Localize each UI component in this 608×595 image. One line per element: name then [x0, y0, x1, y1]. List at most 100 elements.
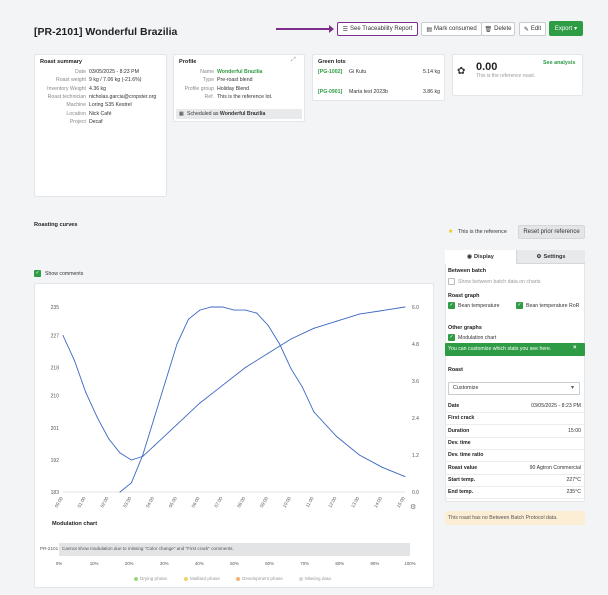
stat-divider: [445, 436, 585, 438]
page-title: [PR-2101] Wonderful Brazilia: [34, 26, 178, 38]
stat-key: Date: [448, 403, 460, 409]
roast-summary-key: Inventory Weight: [47, 85, 86, 92]
profile-value: Pre-roast blend: [217, 77, 253, 84]
legend-swatch: [134, 577, 138, 581]
edit-button[interactable]: ✎ Edit: [519, 22, 546, 36]
bean-temperature-ror-point: [290, 368, 292, 370]
tab-display[interactable]: ◉ Display: [445, 250, 516, 264]
bean-temperature-point: [108, 438, 110, 440]
y-left-tick-label: 192: [51, 458, 60, 464]
y-right-tick-label: 4.8: [412, 342, 419, 348]
bean-temperature-point: [244, 366, 246, 368]
modulation-chart-label: Modulation chart: [458, 335, 497, 341]
bean-temperature-ror-point: [119, 491, 121, 493]
roast-graph-title: Roast graph: [448, 293, 480, 299]
stat-value: 15:00: [568, 427, 581, 434]
stat-divider: [445, 485, 585, 487]
roast-summary-key: Machine: [66, 102, 86, 109]
y-left-tick-label: 183: [51, 490, 60, 496]
customize-select-value: Customize: [453, 385, 479, 391]
mark-consumed-label: Mark consumed: [433, 26, 477, 32]
modulation-x-tick: 100%: [404, 561, 416, 566]
legend-label: Development phase: [242, 576, 283, 581]
tab-display-label: Display: [473, 253, 494, 260]
reset-prior-reference-label: Reset prior reference: [523, 229, 580, 235]
tab-settings[interactable]: ⚙ Settings: [516, 250, 585, 264]
x-tick-label: 13:00: [350, 496, 360, 509]
cupping-score: 0.00: [476, 61, 498, 73]
bean-temp-ror-checkbox[interactable]: ✓: [516, 302, 523, 309]
bean-temperature-point: [85, 391, 87, 393]
chevron-down-icon: ▾: [571, 385, 575, 391]
bean-temperature-ror-point: [313, 411, 315, 413]
stat-value: 90 Agtron Commercial: [529, 464, 581, 471]
roasting-curves-title: Roasting curves: [34, 222, 78, 228]
profile-value[interactable]: Wonderful Brazilia: [217, 69, 262, 75]
scheduled-label: Scheduled as: [187, 111, 219, 117]
y-right-tick-label: 1.2: [412, 453, 419, 459]
bean-temperature-point: [290, 338, 292, 340]
green-lot-code[interactable]: [PG-1002]: [318, 69, 342, 75]
roast-summary-key: Project: [69, 118, 86, 125]
export-label: Export: [554, 25, 573, 32]
bean-temperature-point: [130, 459, 132, 461]
stat-value: 03/05/2025 - 8:23 PM: [531, 403, 581, 409]
x-tick-label: 10:00: [282, 496, 292, 509]
modulation-chart-checkbox[interactable]: ✓: [448, 334, 455, 341]
modulation-chart-title: Modulation chart: [52, 521, 98, 527]
x-tick-label: 06:00: [191, 496, 201, 509]
stat-key: Roast value: [448, 464, 478, 471]
y-right-tick-label: 3.6: [412, 379, 419, 385]
see-analysis-link[interactable]: See analysis: [543, 60, 575, 66]
bean-temperature-ror-point: [210, 306, 212, 308]
bean-temperature-ror-point: [142, 454, 144, 456]
roast-summary-value: 9 kg / 7.06 kg (-21.6%): [89, 77, 142, 84]
between-batch-checkbox[interactable]: [448, 278, 455, 285]
bean-temp-checkbox[interactable]: ✓: [448, 302, 455, 309]
y-right-tick-label: 6.0: [412, 305, 419, 311]
bean-temperature-point: [267, 352, 269, 354]
pencil-icon: ✎: [523, 26, 529, 33]
x-tick-label: 12:00: [327, 496, 337, 509]
export-button[interactable]: Export ▾: [549, 21, 583, 36]
modulation-x-tick: 80%: [335, 561, 345, 566]
stat-divider: [445, 448, 585, 450]
bean-temperature-line: [62, 306, 406, 461]
roast-summary-value: nicholas.garcia@cropster.org: [89, 93, 157, 100]
bean-temperature-point: [313, 327, 315, 329]
reset-prior-reference-button[interactable]: Reset prior reference: [518, 225, 585, 239]
y-right-tick-label: 0.0: [412, 490, 419, 496]
bean-temperature-ror-point: [244, 309, 246, 311]
roast-summary-key: Location: [66, 110, 86, 117]
close-icon[interactable]: ×: [573, 345, 577, 351]
gear-icon: ⚙: [536, 253, 542, 260]
external-link-icon[interactable]: ⤢: [291, 57, 296, 64]
chart-settings-icon[interactable]: ⚙: [410, 503, 416, 511]
bean-temp-label: Bean temperature: [458, 303, 500, 309]
bean-temperature-ror-point: [301, 386, 303, 388]
bean-temperature-ror-point: [358, 454, 360, 456]
roast-summary-key: Roast weight: [56, 77, 86, 84]
profile-title: Profile: [179, 59, 197, 65]
modulation-x-tick: 50%: [230, 561, 239, 566]
x-tick-label: 03:00: [122, 496, 132, 509]
modulation-row-label: PR-2101: [40, 546, 59, 551]
traceability-report-button[interactable]: ☰ See Traceability Report: [337, 22, 418, 36]
delete-button[interactable]: 🗑 Delete: [481, 22, 515, 36]
stat-key: End temp.: [448, 489, 474, 496]
legend-swatch: [299, 577, 303, 581]
green-lot-code[interactable]: [PG-0901]: [318, 89, 342, 95]
between-batch-option-label: Show between batch data on charts: [458, 279, 541, 285]
x-tick-label: 07:00: [213, 496, 223, 509]
edit-label: Edit: [530, 26, 542, 32]
scheduled-value: Wonderful Brazilia: [219, 111, 266, 117]
legend-swatch: [184, 577, 188, 581]
traceability-report-label: See Traceability Report: [350, 26, 413, 32]
mark-consumed-button[interactable]: ▤ Mark consumed: [421, 22, 482, 36]
modulation-x-tick: 30%: [159, 561, 169, 566]
profile-key: Profile group: [184, 85, 214, 92]
profile-key: Ref.: [204, 93, 214, 100]
stat-key: Dev. time: [448, 439, 471, 446]
show-comments-checkbox[interactable]: ✓: [34, 270, 41, 277]
x-tick-label: 14:00: [373, 496, 383, 509]
